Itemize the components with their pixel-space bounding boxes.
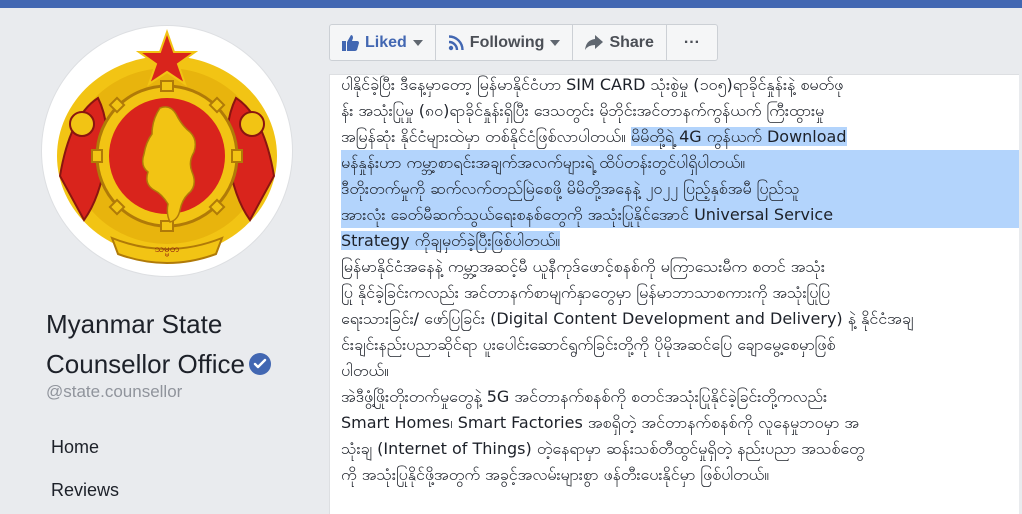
page-main: Liked Following Share ··· ပါနိုင်ခဲ့ပြီး… (312, 8, 1022, 514)
page-navigation: Home Reviews (36, 426, 266, 512)
state-seal-emblem-icon: သမ္မတ (57, 28, 277, 264)
selected-text: Strategy ကိုချမှတ်ခဲ့ပြီးဖြစ်ပါတယ်။ (341, 231, 561, 250)
post-line: ပါတယ်။ (341, 361, 389, 380)
post-line: ကို အသုံးပြုနိုင်ဖို့အတွက် အခွင့်အလမ်းမျ… (341, 465, 770, 484)
post-line: ပါနိုင်ခဲ့ပြီး ဒီနေ့မှာတော့ မြန်မာနိုင်င… (341, 75, 844, 94)
more-dots-icon: ··· (683, 33, 700, 51)
post-line-selected-end: Strategy ကိုချမှတ်ခဲ့ပြီးဖြစ်ပါတယ်။ (341, 228, 1019, 254)
verified-badge-icon (248, 353, 271, 375)
share-label: Share (609, 33, 654, 51)
chevron-down-icon (412, 39, 423, 46)
more-options-button[interactable]: ··· (667, 25, 717, 60)
share-button[interactable]: Share (573, 25, 667, 60)
selected-text: မိမိတို့ရဲ့ 4G ကွန်ယက် Download (630, 127, 847, 146)
nav-item-home[interactable]: Home (36, 426, 266, 469)
post-line: န်း အသုံးပြုမှု (၈၀)ရာခိုင်နှုန်းရှိပြီး… (341, 101, 825, 120)
top-navigation-bar (0, 0, 1022, 8)
post-line: အမြန်ဆုံး နိုင်ငံများထဲမှာ တစ်နိုင်ငံဖြစ… (341, 124, 1019, 150)
post-line: င်းချင်းနည်းပညာဆိုင်ရာ ပူးပေါင်းဆောင်ရွက… (341, 335, 836, 354)
post-line-selected: မန်နှုန်းဟာ ကမ္ဘာ့စာရင်းအချက်အလက်များရဲ့… (341, 150, 1019, 176)
post-line: အဲဒီဖွံ့ဖြိုးတိုးတက်မှုတွေနဲ့ 5G အင်တာနက… (341, 387, 828, 406)
post-line: သုံးချ (Internet of Things) တဲ့နေရာမှာ ဆ… (341, 439, 865, 458)
page-profile-picture[interactable]: သမ္မတ (42, 26, 292, 276)
liked-button[interactable]: Liked (330, 25, 436, 60)
chevron-down-icon (550, 39, 561, 46)
post-text[interactable]: ပါနိုင်ခဲ့ပြီး ဒီနေ့မှာတော့ မြန်မာနိုင်င… (341, 75, 1019, 488)
page-title-line-1: Myanmar State (46, 309, 223, 339)
share-arrow-icon (585, 35, 604, 50)
page-title[interactable]: Myanmar State Counsellor Office (46, 304, 296, 384)
post-line-selected: အားလုံး ခေတ်မီဆက်သွယ်ရေးစနစ်တွေကို အသုံး… (341, 202, 1019, 228)
page-action-bar: Liked Following Share ··· (329, 24, 718, 61)
post-card: ပါနိုင်ခဲ့ပြီး ဒီနေ့မှာတော့ မြန်မာနိုင်င… (329, 74, 1019, 514)
rss-feed-icon (448, 34, 464, 51)
page-sidebar: သမ္မတ Myanmar State Counsellor Office @s… (0, 8, 312, 505)
thumbs-up-icon (342, 34, 359, 51)
post-line: ပြု နိုင်ခဲ့ခြင်းကလည်း အင်တာနက်စာမျက်နှာ… (341, 283, 831, 302)
post-line-start: အမြန်ဆုံး နိုင်ငံများထဲမှာ တစ်နိုင်ငံဖြစ… (341, 127, 631, 146)
following-label: Following (469, 33, 545, 51)
liked-label: Liked (365, 33, 407, 51)
nav-item-reviews[interactable]: Reviews (36, 469, 266, 512)
following-button[interactable]: Following (436, 25, 574, 60)
page-username[interactable]: @state.counsellor (46, 382, 182, 402)
post-line: Smart Homes၊ Smart Factories အစရှိတဲ့ အင… (341, 413, 860, 432)
post-line: ရေးသားခြင်း/ ဖော်ပြခြင်း (Digital Conten… (341, 309, 914, 328)
post-line-selected: ဒီတိုးတက်မှုကို ဆက်လက်တည်မြဲစေဖို့ မိမိတ… (341, 176, 1019, 202)
post-line: မြန်မာနိုင်ငံအနေနဲ့ ကမ္ဘာ့အဆင့်မီ ယူနီကု… (341, 257, 825, 276)
page-title-line-2: Counsellor Office (46, 349, 245, 379)
